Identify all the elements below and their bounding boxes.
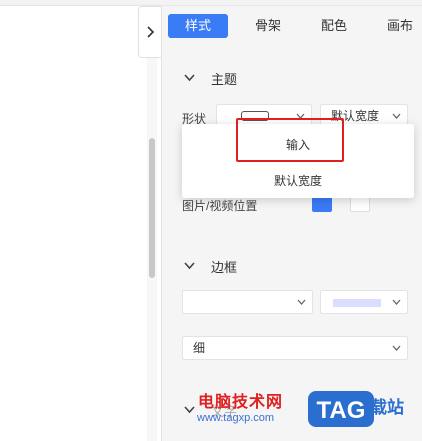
- collapse-panel-button[interactable]: [138, 6, 161, 58]
- chevron-down-icon: [184, 406, 195, 414]
- theme-section-header[interactable]: 主题: [184, 69, 237, 87]
- theme-section-title: 主题: [211, 71, 238, 87]
- chevron-right-icon: [147, 26, 155, 38]
- panel-tabs: 样式 骨架 配色 画布: [162, 14, 422, 40]
- image-position-label: 图片/视频位置: [182, 199, 258, 213]
- border-section-header[interactable]: 边框: [184, 257, 237, 275]
- chevron-down-icon: [184, 262, 195, 270]
- watermark-site-name: 电脑技术网: [198, 394, 284, 411]
- chevron-down-icon: [392, 345, 401, 351]
- style-panel: 样式 骨架 配色 画布 主题 形状 默认宽度 图片/视频位置 边框 细 文字: [161, 6, 422, 441]
- chevron-down-icon: [392, 299, 401, 305]
- tab-canvas[interactable]: 画布: [372, 14, 422, 38]
- option-default-width[interactable]: 默认宽度: [182, 166, 414, 196]
- border-style-dropdown[interactable]: [182, 290, 313, 314]
- border-section-title: 边框: [211, 259, 238, 275]
- chevron-down-icon: [297, 299, 306, 305]
- watermark-logo-tail: 载站: [370, 398, 404, 417]
- chevron-down-icon: [184, 74, 195, 82]
- border-color-dropdown[interactable]: [320, 290, 408, 314]
- highlight-annotation: [236, 118, 344, 162]
- border-color-swatch: [333, 299, 381, 307]
- tab-color-scheme[interactable]: 配色: [306, 14, 362, 38]
- watermark-site-url: www.tagxp.com: [197, 412, 275, 424]
- watermark-logo-icon: TAG: [308, 391, 374, 427]
- watermark-logo-text: TAG: [317, 397, 366, 424]
- tab-skeleton[interactable]: 骨架: [240, 14, 296, 38]
- canvas-scrollbar-thumb[interactable]: [149, 138, 155, 278]
- border-thickness-value: 细: [193, 341, 206, 355]
- chevron-down-icon: [392, 113, 401, 119]
- border-thickness-dropdown[interactable]: 细: [182, 336, 408, 360]
- canvas-area[interactable]: [0, 6, 161, 441]
- tab-style[interactable]: 样式: [168, 14, 228, 38]
